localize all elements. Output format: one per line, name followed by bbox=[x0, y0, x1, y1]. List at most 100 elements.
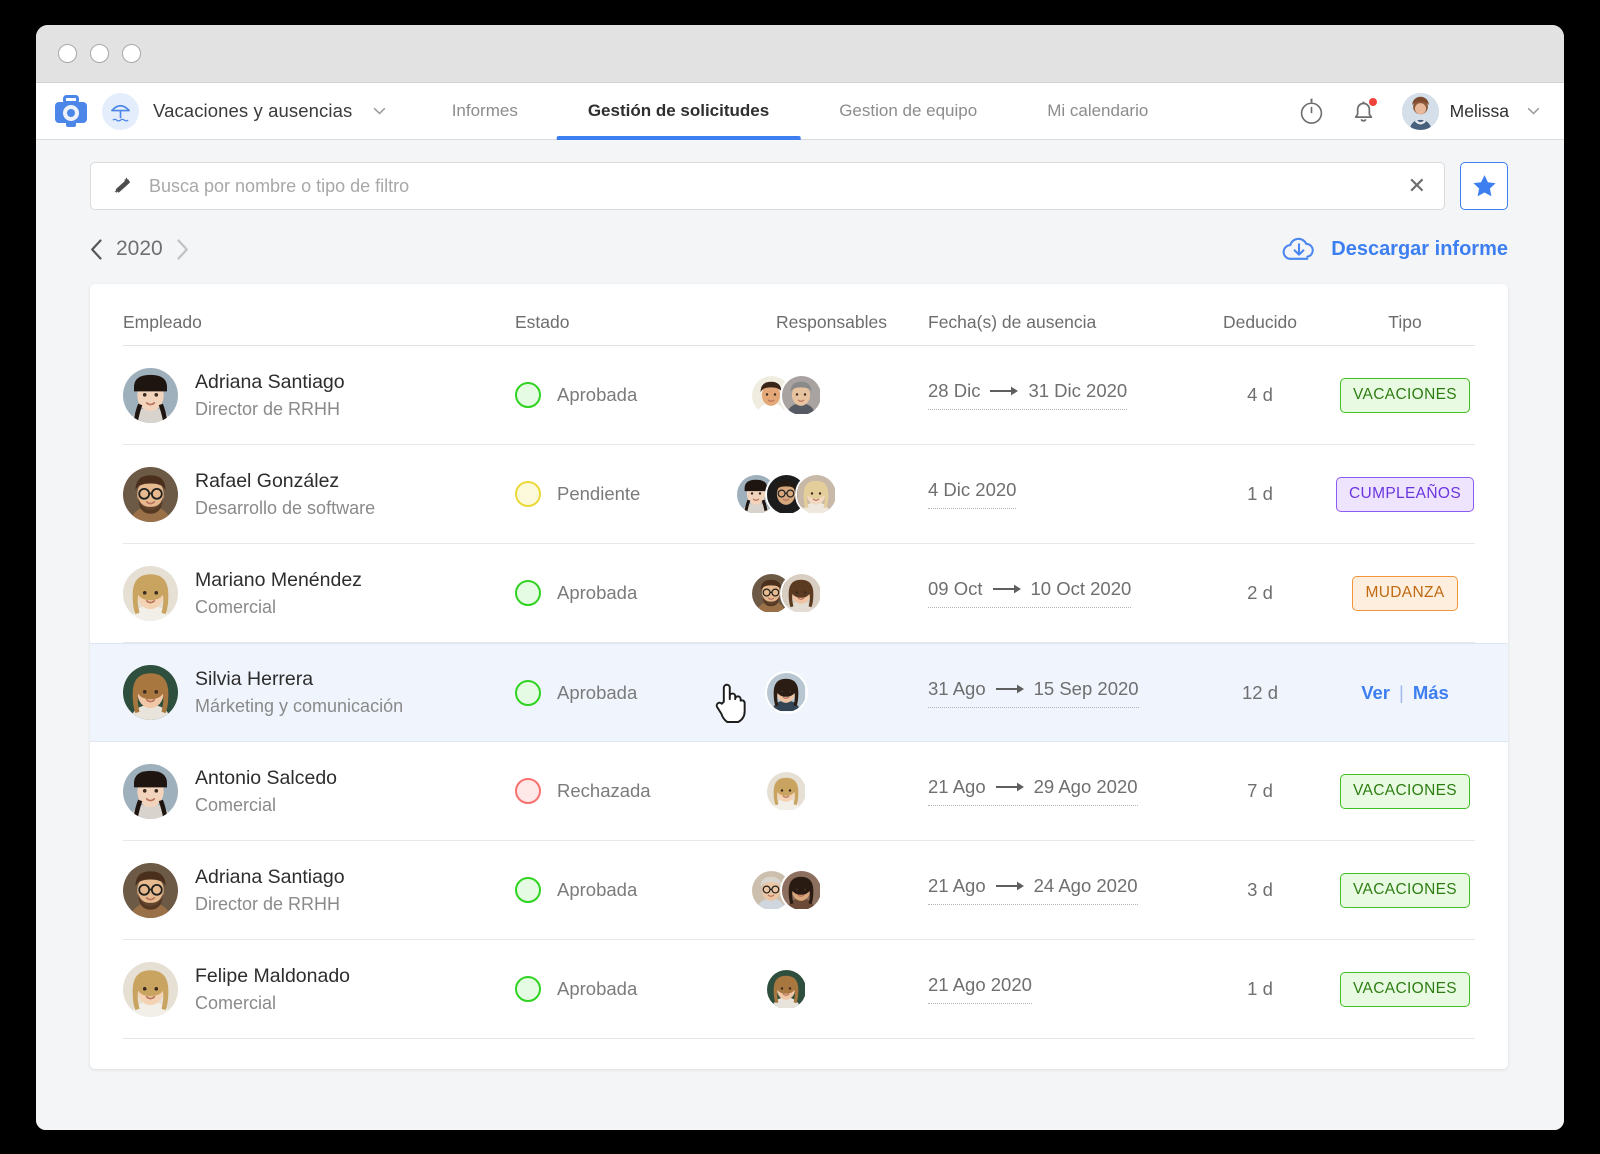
responsable-avatar[interactable] bbox=[795, 473, 838, 516]
window-titlebar bbox=[36, 25, 1564, 83]
tab-gestion-de-equipo[interactable]: Gestion de equipo bbox=[804, 83, 1012, 139]
deducted-days: 7 d bbox=[1247, 780, 1273, 801]
arrow-right-icon bbox=[995, 781, 1025, 793]
cell-tipo: VACACIONES bbox=[1335, 873, 1475, 908]
table-row[interactable]: Antonio Salcedo Comercial Rechazada 21 A… bbox=[123, 742, 1475, 841]
user-menu[interactable]: Melissa bbox=[1402, 93, 1540, 130]
tab-informes[interactable]: Informes bbox=[417, 83, 553, 139]
employee-name: Adriana Santiago bbox=[195, 866, 345, 889]
search-row: ✕ bbox=[90, 162, 1508, 210]
table-row[interactable]: Silvia Herrera Márketing y comunicación … bbox=[90, 643, 1508, 742]
stopwatch-button[interactable] bbox=[1298, 97, 1325, 125]
responsables-avatar-stack[interactable] bbox=[765, 968, 808, 1011]
table-row[interactable]: Felipe Maldonado Comercial Aprobada 21 A… bbox=[123, 940, 1475, 1039]
window-minimize-button[interactable] bbox=[90, 44, 109, 63]
column-header-deducido: Deducido bbox=[1185, 312, 1335, 333]
absence-dates[interactable]: 4 Dic 2020 bbox=[928, 479, 1016, 509]
download-report-button[interactable]: Descargar informe bbox=[1281, 236, 1508, 263]
employee-avatar bbox=[123, 863, 178, 918]
responsables-avatar-stack[interactable] bbox=[735, 473, 838, 516]
tab-gestion-de-solicitudes[interactable]: Gestión de solicitudes bbox=[553, 83, 804, 139]
status-indicator bbox=[515, 580, 541, 606]
chevron-down-icon[interactable] bbox=[373, 107, 386, 115]
responsables-avatar-stack[interactable] bbox=[750, 869, 823, 912]
cell-estado: Aprobada bbox=[515, 877, 735, 903]
cell-fecha: 31 Ago 15 Sep 2020 bbox=[928, 678, 1185, 708]
responsables-avatar-stack[interactable] bbox=[765, 671, 808, 714]
employee-name: Adriana Santiago bbox=[195, 371, 345, 394]
cell-empleado: Silvia Herrera Márketing y comunicación bbox=[123, 665, 515, 720]
chevron-down-icon[interactable] bbox=[1527, 107, 1540, 115]
tab-mi-calendario[interactable]: Mi calendario bbox=[1012, 83, 1183, 139]
absence-dates[interactable]: 21 Ago 29 Ago 2020 bbox=[928, 776, 1138, 806]
status-label: Pendiente bbox=[557, 483, 640, 505]
responsable-avatar[interactable] bbox=[765, 770, 808, 813]
status-label: Aprobada bbox=[557, 582, 637, 604]
notifications-button[interactable] bbox=[1351, 98, 1376, 125]
view-link[interactable]: Ver bbox=[1361, 682, 1390, 704]
table-row[interactable]: Adriana Santiago Director de RRHH Aproba… bbox=[123, 841, 1475, 940]
responsables-avatar-stack[interactable] bbox=[750, 374, 823, 417]
more-link[interactable]: Más bbox=[1413, 682, 1449, 704]
column-header-tipo: Tipo bbox=[1335, 312, 1475, 333]
star-icon bbox=[1472, 174, 1497, 198]
app-header: Vacaciones y ausencias Informes Gestión … bbox=[36, 83, 1564, 140]
avatar bbox=[1402, 93, 1439, 130]
cloud-download-icon bbox=[1281, 236, 1317, 263]
main-navigation: Informes Gestión de solicitudes Gestion … bbox=[417, 83, 1184, 139]
absence-dates[interactable]: 28 Dic 31 Dic 2020 bbox=[928, 380, 1127, 410]
arrow-right-icon bbox=[989, 385, 1019, 397]
cell-fecha: 4 Dic 2020 bbox=[928, 479, 1185, 509]
window-maximize-button[interactable] bbox=[122, 44, 141, 63]
responsable-avatar[interactable] bbox=[765, 968, 808, 1011]
responsable-avatar[interactable] bbox=[780, 374, 823, 417]
responsable-avatar[interactable] bbox=[765, 671, 808, 714]
cell-estado: Pendiente bbox=[515, 481, 735, 507]
stopwatch-icon bbox=[1298, 97, 1325, 125]
cell-fecha: 21 Ago 24 Ago 2020 bbox=[928, 875, 1185, 905]
user-name: Melissa bbox=[1450, 101, 1509, 122]
next-year-button[interactable] bbox=[176, 239, 189, 260]
clear-search-icon[interactable]: ✕ bbox=[1408, 175, 1426, 197]
absence-dates[interactable]: 21 Ago 2020 bbox=[928, 974, 1032, 1004]
employee-avatar bbox=[123, 368, 178, 423]
employee-avatar bbox=[123, 962, 178, 1017]
responsable-avatar[interactable] bbox=[780, 572, 823, 615]
search-box[interactable]: ✕ bbox=[90, 162, 1445, 210]
responsables-avatar-stack[interactable] bbox=[765, 770, 808, 813]
date-to: 31 Dic 2020 bbox=[1028, 380, 1127, 402]
window-close-button[interactable] bbox=[58, 44, 77, 63]
absence-dates[interactable]: 09 Oct 10 Oct 2020 bbox=[928, 578, 1131, 608]
responsables-avatar-stack[interactable] bbox=[750, 572, 823, 615]
date-from: 4 Dic 2020 bbox=[928, 479, 1016, 501]
table-row[interactable]: Mariano Menéndez Comercial Aprobada 09 O… bbox=[123, 544, 1475, 643]
cell-empleado: Mariano Menéndez Comercial bbox=[123, 566, 515, 621]
cell-responsables bbox=[735, 572, 928, 615]
employee-role: Márketing y comunicación bbox=[195, 696, 403, 717]
year-navigation: 2020 bbox=[90, 237, 189, 261]
employee-avatar bbox=[123, 665, 178, 720]
employee-avatar bbox=[123, 566, 178, 621]
table-row[interactable]: Rafael González Desarrollo de software P… bbox=[123, 445, 1475, 544]
table-row[interactable]: Adriana Santiago Director de RRHH Aproba… bbox=[123, 346, 1475, 445]
employee-role: Director de RRHH bbox=[195, 399, 345, 420]
tab-label: Informes bbox=[452, 101, 518, 121]
employee-name: Rafael González bbox=[195, 470, 375, 493]
notification-badge bbox=[1368, 97, 1378, 107]
cell-responsables bbox=[735, 671, 928, 714]
favorite-filter-button[interactable] bbox=[1460, 162, 1508, 210]
absence-dates[interactable]: 31 Ago 15 Sep 2020 bbox=[928, 678, 1139, 708]
absence-dates[interactable]: 21 Ago 24 Ago 2020 bbox=[928, 875, 1138, 905]
requests-table-card: Empleado Estado Responsables Fecha(s) de… bbox=[90, 284, 1508, 1069]
search-input[interactable] bbox=[149, 176, 1393, 197]
brand-area[interactable]: Vacaciones y ausencias bbox=[54, 93, 386, 130]
cell-tipo: VACACIONES bbox=[1335, 972, 1475, 1007]
column-header-estado: Estado bbox=[515, 312, 735, 333]
responsable-avatar[interactable] bbox=[780, 869, 823, 912]
date-from: 21 Ago bbox=[928, 875, 986, 897]
previous-year-button[interactable] bbox=[90, 239, 103, 260]
cell-empleado: Adriana Santiago Director de RRHH bbox=[123, 863, 515, 918]
status-label: Aprobada bbox=[557, 384, 637, 406]
employee-name: Antonio Salcedo bbox=[195, 767, 337, 790]
employee-role: Desarrollo de software bbox=[195, 498, 375, 519]
